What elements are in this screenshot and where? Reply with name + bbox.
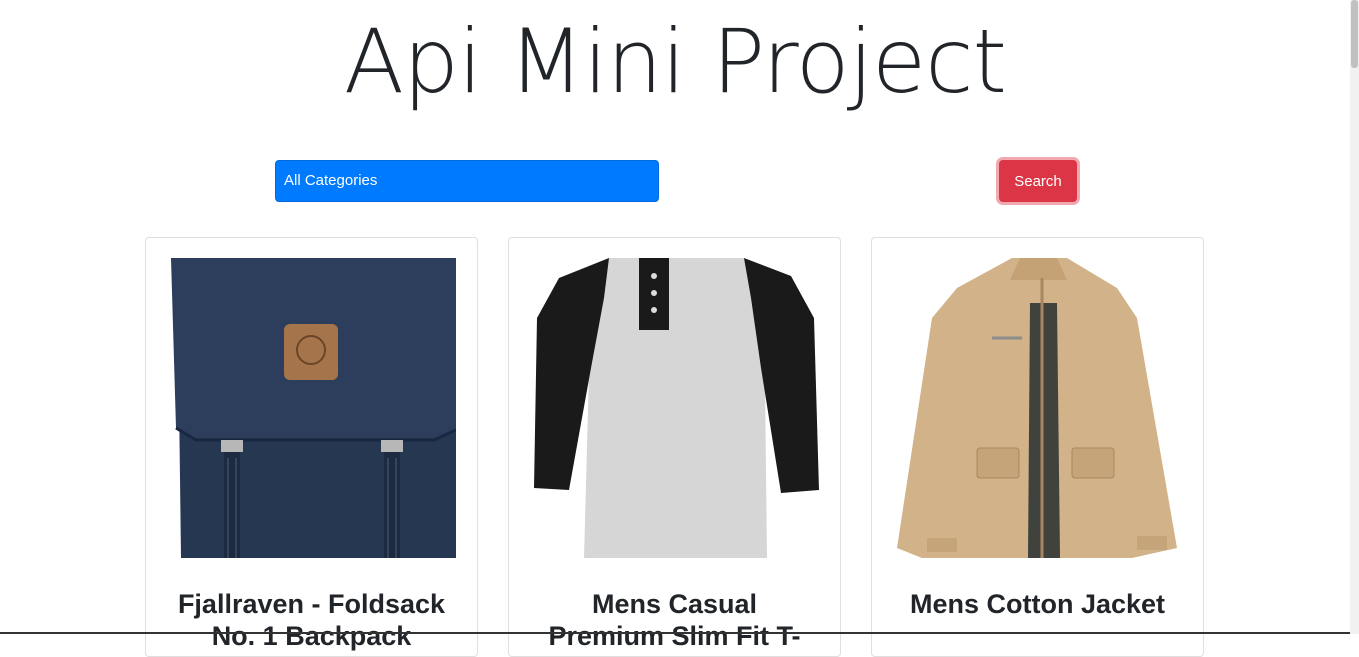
product-card[interactable]: Mens Cotton Jacket <box>871 237 1204 657</box>
category-select[interactable]: All Categories <box>275 160 659 202</box>
product-title: Mens Casual Premium Slim Fit T-Shirts <box>548 589 801 656</box>
tshirt-image <box>529 258 819 558</box>
page-scrollbar[interactable] <box>1350 0 1359 634</box>
product-title: Fjallraven - Foldsack No. 1 Backpack <box>177 589 446 651</box>
backpack-image <box>166 258 456 558</box>
page-title: Api Mini Project <box>343 10 1007 113</box>
product-card[interactable]: Mens Casual Premium Slim Fit T-Shirts <box>508 237 841 657</box>
product-card[interactable]: Fjallraven - Foldsack No. 1 Backpack <box>145 237 478 657</box>
scrollbar-thumb[interactable] <box>1351 0 1358 68</box>
search-button[interactable]: Search <box>999 160 1077 202</box>
product-title: Mens Cotton Jacket <box>909 589 1166 619</box>
jacket-image <box>892 258 1182 558</box>
